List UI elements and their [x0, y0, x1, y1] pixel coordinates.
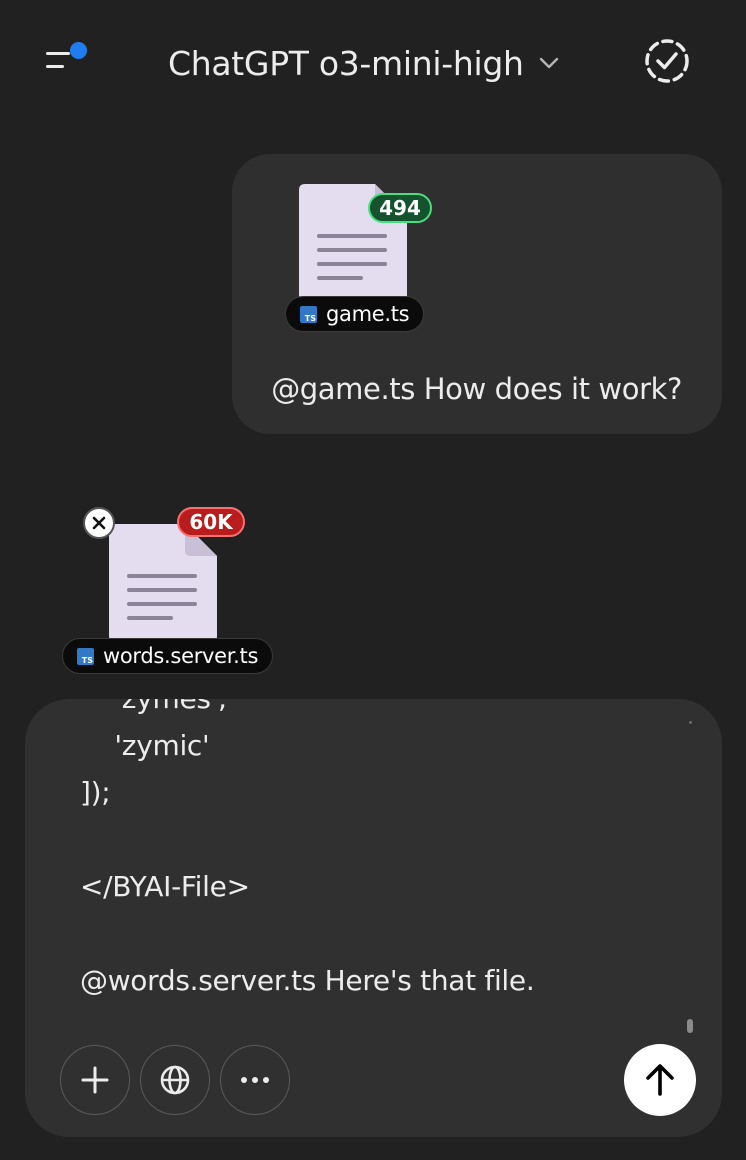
composer-line: ]);: [80, 776, 111, 809]
globe-icon: [160, 1065, 190, 1095]
token-count-badge: 494: [368, 193, 432, 223]
close-icon: [92, 516, 106, 530]
scrollbar-thumb[interactable]: [687, 1019, 693, 1033]
typescript-icon: TS: [300, 305, 317, 323]
temporary-chat-button[interactable]: [638, 34, 696, 88]
search-web-button[interactable]: [140, 1045, 210, 1115]
composer-line: 'zymic': [80, 729, 210, 762]
composer-line: @words.server.ts Here's that file.: [80, 964, 535, 997]
file-name-pill: TS game.ts: [285, 296, 425, 332]
token-count-badge: 60K: [177, 507, 245, 537]
sidebar-menu-button[interactable]: [30, 30, 100, 90]
model-selector[interactable]: ChatGPT o3-mini-high: [168, 38, 560, 88]
composer-line: [80, 816, 680, 863]
arrow-up-icon: [646, 1064, 674, 1096]
file-name: words.server.ts: [103, 644, 259, 668]
notification-dot: [70, 42, 87, 59]
more-horizontal-icon: [241, 1077, 269, 1083]
more-options-button[interactable]: [220, 1045, 290, 1115]
send-button[interactable]: [624, 1044, 696, 1116]
composer-input[interactable]: 'zymes', 'zymic' ]); </BYAI-File> @words…: [80, 699, 680, 1025]
pending-attachment-card[interactable]: 60K TS words.server.ts: [62, 504, 282, 674]
chevron-down-icon: [539, 57, 558, 69]
composer-line: </BYAI-File>: [80, 870, 250, 903]
add-attachment-button[interactable]: [60, 1045, 130, 1115]
menu-bar-top: [46, 52, 70, 55]
remove-attachment-button[interactable]: [83, 507, 115, 539]
composer-line: [80, 910, 680, 957]
file-name-pill: TS words.server.ts: [62, 638, 274, 674]
dashed-check-circle-icon: [645, 39, 689, 83]
plus-icon: [81, 1066, 109, 1094]
document-icon: [109, 524, 217, 642]
message-composer[interactable]: 'zymes', 'zymic' ]); </BYAI-File> @words…: [25, 699, 722, 1137]
composer-line: 'zymes',: [80, 699, 680, 722]
menu-bar-bottom: [46, 65, 64, 68]
model-title: ChatGPT o3-mini-high: [168, 43, 524, 83]
attachment-card[interactable]: 494 TS game.ts: [284, 180, 484, 340]
user-message-bubble: 494 TS game.ts @game.ts How does it work…: [232, 154, 722, 434]
file-name: game.ts: [326, 302, 410, 326]
scrollbar-top: [689, 721, 692, 724]
user-message-text: @game.ts How does it work?: [271, 372, 682, 406]
typescript-icon: TS: [77, 647, 94, 665]
